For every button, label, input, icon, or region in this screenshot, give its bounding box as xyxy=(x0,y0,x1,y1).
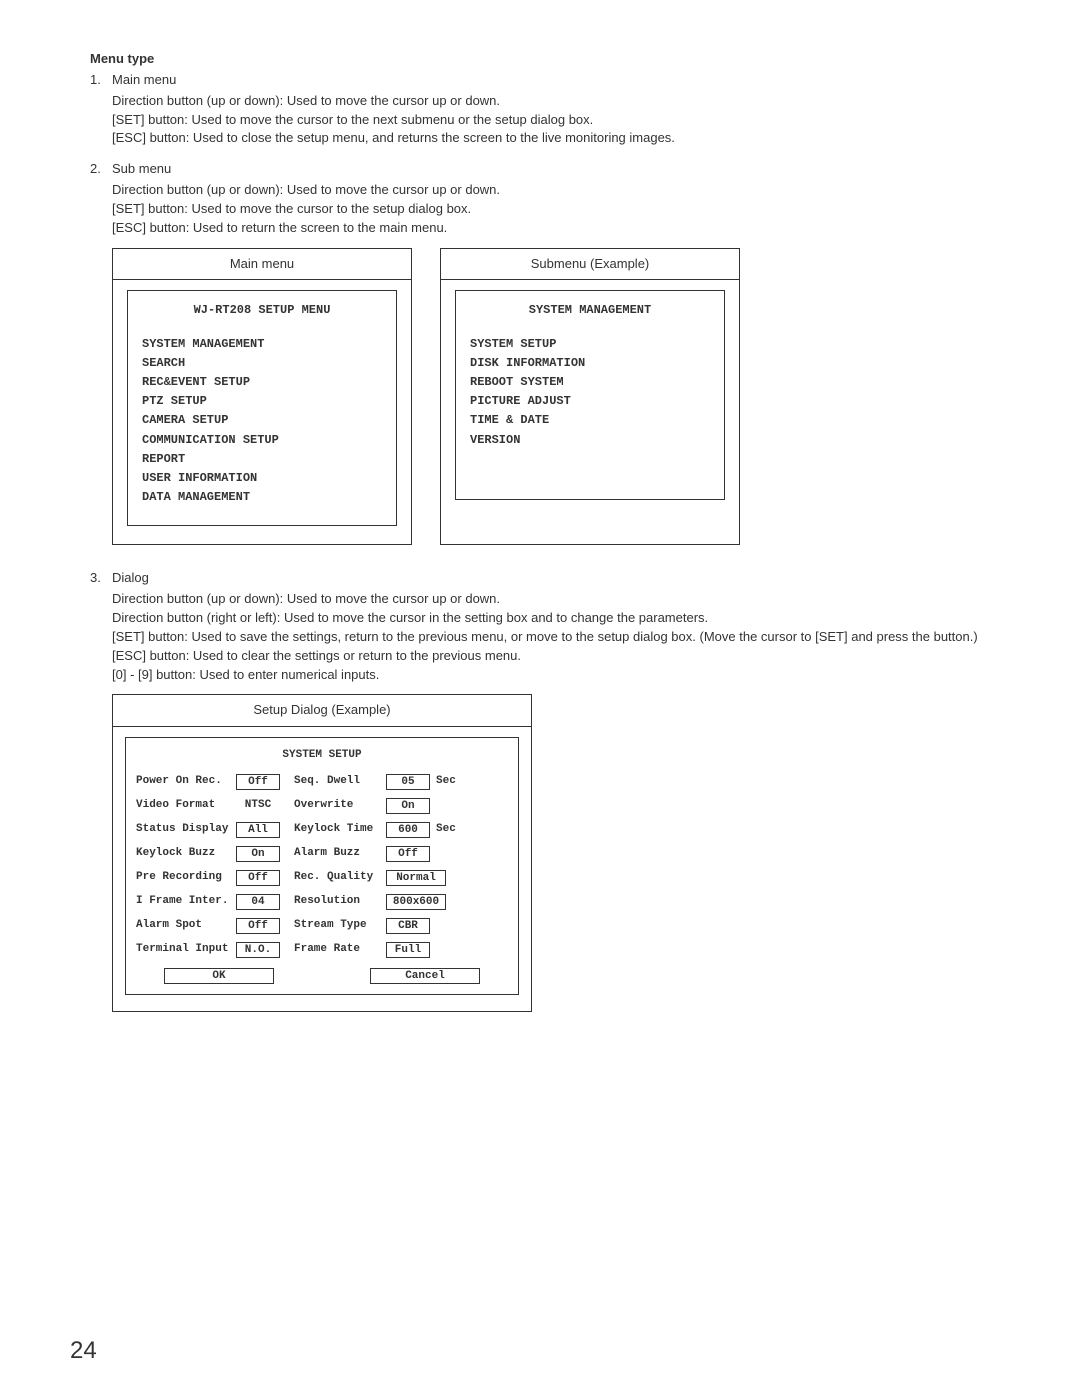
menu-item[interactable]: PICTURE ADJUST xyxy=(470,392,710,411)
setting-value[interactable]: Full xyxy=(386,942,430,958)
submenu-figure: Submenu (Example) SYSTEM MANAGEMENT SYST… xyxy=(440,248,740,546)
dialog-row: Alarm SpotOff Stream TypeCBR xyxy=(136,918,508,934)
setting-label: Keylock Buzz xyxy=(136,846,236,862)
dialog-row: Terminal InputN.O. Frame RateFull xyxy=(136,942,508,958)
section-2-line: Direction button (up or down): Used to m… xyxy=(112,181,1010,200)
dialog-grid: Power On Rec.OffSeq. Dwell05SecVideo For… xyxy=(136,774,508,958)
section-2-title-row: 2. Sub menu xyxy=(90,160,1010,179)
dialog-row: Keylock BuzzOn Alarm BuzzOff xyxy=(136,846,508,862)
section-3-line: [ESC] button: Used to clear the settings… xyxy=(112,647,1010,666)
main-menu-caption: Main menu xyxy=(113,249,411,281)
setting-value[interactable]: On xyxy=(236,846,280,862)
setting-label: Power On Rec. xyxy=(136,774,236,790)
section-1-title-row: 1. Main menu xyxy=(90,71,1010,90)
menu-item[interactable]: DATA MANAGEMENT xyxy=(142,488,382,507)
section-3-title-row: 3. Dialog xyxy=(90,569,1010,588)
section-heading: Menu type xyxy=(90,50,1010,69)
menu-item[interactable]: SYSTEM MANAGEMENT xyxy=(142,335,382,354)
setting-value[interactable]: All xyxy=(236,822,280,838)
section-2-number: 2. xyxy=(90,160,112,179)
menu-item[interactable]: REPORT xyxy=(142,450,382,469)
setting-label: Overwrite xyxy=(294,798,386,814)
section-3-line: Direction button (right or left): Used t… xyxy=(112,609,1010,628)
section-1-line: [SET] button: Used to move the cursor to… xyxy=(112,111,1010,130)
setting-value[interactable]: 600 xyxy=(386,822,430,838)
section-3-line: [0] - [9] button: Used to enter numerica… xyxy=(112,666,1010,685)
menu-item[interactable]: SYSTEM SETUP xyxy=(470,335,710,354)
setting-value[interactable]: Off xyxy=(386,846,430,862)
menu-item[interactable]: PTZ SETUP xyxy=(142,392,382,411)
section-3-wrapline: [SET] button: Used to save the settings,… xyxy=(112,628,1010,647)
menu-item[interactable]: REC&EVENT SETUP xyxy=(142,373,382,392)
section-1-line: Direction button (up or down): Used to m… xyxy=(112,92,1010,111)
setting-label: Terminal Input xyxy=(136,942,236,958)
setting-label: Frame Rate xyxy=(294,942,386,958)
unit-label: Sec xyxy=(436,822,456,838)
setting-value[interactable]: CBR xyxy=(386,918,430,934)
setting-value[interactable]: NTSC xyxy=(236,798,280,814)
section-2-line: [SET] button: Used to move the cursor to… xyxy=(112,200,1010,219)
setting-label: Keylock Time xyxy=(294,822,386,838)
menu-item[interactable]: COMMUNICATION SETUP xyxy=(142,431,382,450)
ok-button[interactable]: OK xyxy=(164,968,274,984)
setting-value[interactable]: 800x600 xyxy=(386,894,446,910)
menu-item[interactable]: VERSION xyxy=(470,431,710,450)
section-3-title: Dialog xyxy=(112,569,1010,588)
menu-item[interactable]: REBOOT SYSTEM xyxy=(470,373,710,392)
setting-label: Resolution xyxy=(294,894,386,910)
main-menu-screen: WJ-RT208 SETUP MENU SYSTEM MANAGEMENT SE… xyxy=(127,290,397,526)
dialog-figure: Setup Dialog (Example) SYSTEM SETUP Powe… xyxy=(112,694,532,1012)
submenu-caption: Submenu (Example) xyxy=(441,249,739,281)
setting-label: Alarm Spot xyxy=(136,918,236,934)
menu-item[interactable]: SEARCH xyxy=(142,354,382,373)
dialog-row: I Frame Inter.04 Resolution800x600 xyxy=(136,894,508,910)
dialog-row: Pre RecordingOff Rec. QualityNormal xyxy=(136,870,508,886)
setting-label: Status Display xyxy=(136,822,236,838)
main-menu-title: WJ-RT208 SETUP MENU xyxy=(142,301,382,320)
setting-value[interactable]: Normal xyxy=(386,870,446,886)
section-3-line: Direction button (up or down): Used to m… xyxy=(112,590,1010,609)
unit-label: Sec xyxy=(436,774,456,790)
setting-value[interactable]: Off xyxy=(236,774,280,790)
setting-label: Rec. Quality xyxy=(294,870,386,886)
section-2-line: [ESC] button: Used to return the screen … xyxy=(112,219,1010,238)
setting-value[interactable]: 04 xyxy=(236,894,280,910)
setting-label: I Frame Inter. xyxy=(136,894,236,910)
setting-value[interactable]: N.O. xyxy=(236,942,280,958)
setting-label: Stream Type xyxy=(294,918,386,934)
menu-figures-row: Main menu WJ-RT208 SETUP MENU SYSTEM MAN… xyxy=(112,248,1010,546)
menu-item[interactable]: CAMERA SETUP xyxy=(142,411,382,430)
dialog-caption: Setup Dialog (Example) xyxy=(113,695,531,727)
menu-item[interactable]: TIME & DATE xyxy=(470,411,710,430)
section-3-number: 3. xyxy=(90,569,112,588)
submenu-title: SYSTEM MANAGEMENT xyxy=(470,301,710,320)
dialog-screen: SYSTEM SETUP Power On Rec.OffSeq. Dwell0… xyxy=(125,737,519,995)
setting-label: Seq. Dwell xyxy=(294,774,386,790)
setting-value[interactable]: 05 xyxy=(386,774,430,790)
setting-value[interactable]: Off xyxy=(236,918,280,934)
setting-value[interactable]: Off xyxy=(236,870,280,886)
menu-item[interactable]: DISK INFORMATION xyxy=(470,354,710,373)
section-1-title: Main menu xyxy=(112,71,1010,90)
main-menu-figure: Main menu WJ-RT208 SETUP MENU SYSTEM MAN… xyxy=(112,248,412,546)
page-number: 24 xyxy=(70,1334,97,1369)
dialog-row: Video FormatNTSC OverwriteOn xyxy=(136,798,508,814)
dialog-title: SYSTEM SETUP xyxy=(136,748,508,764)
setting-value[interactable]: On xyxy=(386,798,430,814)
submenu-screen: SYSTEM MANAGEMENT SYSTEM SETUP DISK INFO… xyxy=(455,290,725,500)
setting-label: Pre Recording xyxy=(136,870,236,886)
menu-item[interactable]: USER INFORMATION xyxy=(142,469,382,488)
setting-label: Alarm Buzz xyxy=(294,846,386,862)
dialog-row: Status DisplayAll Keylock Time600 Sec xyxy=(136,822,508,838)
setting-label: Video Format xyxy=(136,798,236,814)
section-1-line: [ESC] button: Used to close the setup me… xyxy=(112,129,1010,148)
section-1-number: 1. xyxy=(90,71,112,90)
dialog-row: Power On Rec.Off Seq. Dwell05 Sec xyxy=(136,774,508,790)
cancel-button[interactable]: Cancel xyxy=(370,968,480,984)
section-2-title: Sub menu xyxy=(112,160,1010,179)
